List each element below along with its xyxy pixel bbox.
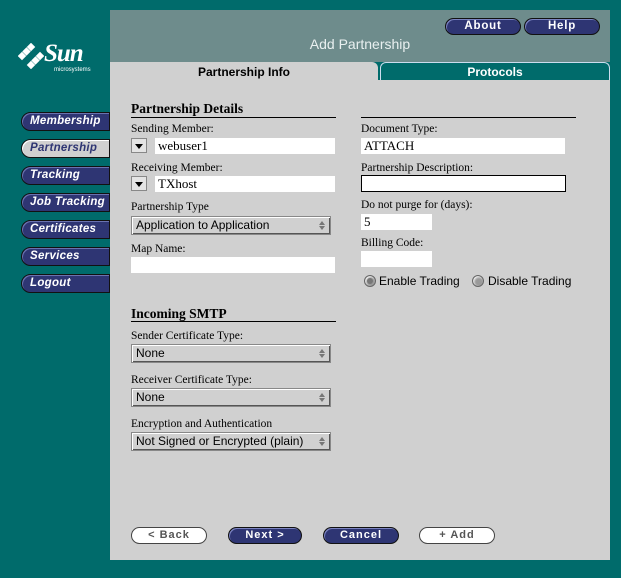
map-name-field[interactable] [131,257,335,273]
logo-tagline: microsystems [54,67,91,73]
section-heading-details: Partnership Details [131,101,244,116]
enable-trading-radio[interactable] [364,275,376,287]
sender-certificate-select[interactable]: None [131,344,331,363]
sender-certificate-label: Sender Certificate Type: [131,330,244,342]
section-divider [361,117,576,118]
enable-trading-label: Enable Trading [379,274,460,288]
partnership-description-label: Partnership Description: [361,162,474,174]
nav-services[interactable]: Services [21,247,110,266]
section-divider [131,321,336,322]
nav-tracking[interactable]: Tracking [21,166,110,185]
select-arrows-icon [319,221,325,230]
sending-member-field[interactable]: webuser1 [155,138,335,154]
nav-certificates[interactable]: Certificates [21,220,110,239]
partnership-description-field[interactable] [361,175,566,192]
cancel-button[interactable]: Cancel [323,527,399,544]
encryption-label: Encryption and Authentication [131,418,273,430]
receiving-member-field[interactable]: TXhost [155,176,335,192]
map-name-label: Map Name: [131,243,186,255]
sun-logo-icon [18,43,44,69]
receiving-member-dropdown-button[interactable] [131,176,147,191]
nav-membership[interactable]: Membership [21,112,110,131]
encryption-select[interactable]: Not Signed or Encrypted (plain) [131,432,331,451]
encryption-value: Not Signed or Encrypted (plain) [136,434,304,448]
nav-partnership[interactable]: Partnership [21,139,110,158]
add-button[interactable]: + Add [419,527,495,544]
select-arrows-icon [319,437,325,446]
document-type-field[interactable]: ATTACH [361,138,565,154]
billing-code-field[interactable] [361,251,432,267]
select-arrows-icon [319,349,325,358]
disable-trading-radio[interactable] [472,275,484,287]
partnership-type-value: Application to Application [136,218,270,232]
section-heading-smtp: Incoming SMTP [131,306,227,321]
select-arrows-icon [319,393,325,402]
tab-partnership-info[interactable]: Partnership Info [110,62,378,81]
section-divider [131,117,336,118]
tab-protocols[interactable]: Protocols [380,62,610,80]
receiving-member-label: Receiving Member: [131,162,223,174]
back-button[interactable]: < Back [131,527,207,544]
billing-code-label: Billing Code: [361,237,424,249]
next-button[interactable]: Next > [228,527,302,544]
receiver-certificate-value: None [136,390,165,404]
sending-member-dropdown-button[interactable] [131,138,147,153]
document-type-label: Document Type: [361,123,438,135]
page-title: Add Partnership [309,36,411,52]
help-button[interactable]: Help [524,18,600,35]
disable-trading-label: Disable Trading [488,274,572,288]
partnership-type-label: Partnership Type [131,201,209,213]
partnership-type-select[interactable]: Application to Application [131,216,331,235]
sender-certificate-value: None [136,346,165,360]
sending-member-label: Sending Member: [131,123,214,135]
nav-logout[interactable]: Logout [21,274,110,293]
purge-days-field[interactable]: 5 [361,214,432,230]
receiver-certificate-select[interactable]: None [131,388,331,407]
purge-days-label: Do not purge for (days): [361,199,473,211]
about-button[interactable]: About [445,18,521,35]
receiver-certificate-label: Receiver Certificate Type: [131,374,252,386]
sun-logo: Sun microsystems [18,40,100,80]
logo-wordmark: Sun [44,40,84,67]
nav-job-tracking[interactable]: Job Tracking [21,193,110,212]
